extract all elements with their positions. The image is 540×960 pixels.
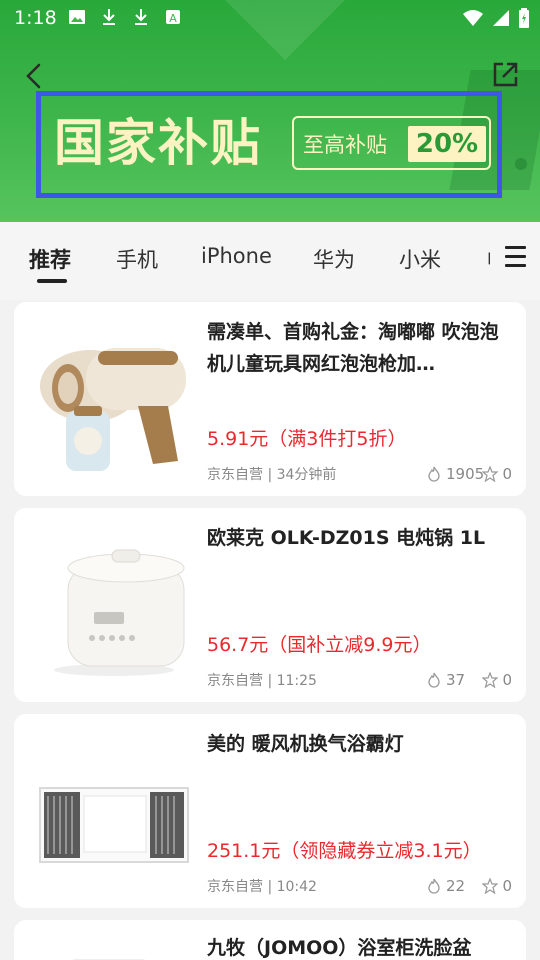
favorite-count[interactable]: 0 — [482, 671, 512, 689]
header-banner-area: 1:18 A 国家补贴 至高补贴 20% — [0, 0, 540, 222]
decor-dot — [515, 158, 527, 170]
product-card[interactable]: 需凑单、首购礼金：淘嘟嘟 吹泡泡机儿童玩具网红泡泡枪加… 5.91元（满3件打5… — [14, 302, 526, 496]
category-tabs: 推荐 手机 iPhone 华为 小米 电 — [0, 222, 540, 300]
hot-count[interactable]: 22 — [426, 877, 465, 895]
product-card[interactable]: 九牧（JOMOO）浴室柜洗脸盆 — [14, 920, 526, 960]
banner-percent: 20% — [408, 126, 486, 162]
favorite-count-value: 0 — [502, 671, 512, 689]
tab-phone[interactable]: 手机 — [116, 244, 158, 274]
tab-xiaomi[interactable]: 小米 — [399, 244, 441, 274]
banner-subtitle: 至高补贴 — [303, 133, 387, 157]
product-price: 5.91元（满3件打5折） — [207, 428, 407, 450]
signal-icon — [492, 9, 510, 31]
tab-iphone[interactable]: iPhone — [201, 244, 272, 268]
product-price: 251.1元（领隐藏券立减3.1元） — [207, 840, 482, 862]
hot-count-value: 1905 — [446, 465, 485, 483]
subsidy-banner[interactable]: 国家补贴 至高补贴 20% — [36, 91, 502, 198]
download-icon — [132, 8, 150, 26]
tab-more[interactable]: 电 — [486, 244, 490, 274]
active-tab-indicator — [37, 279, 67, 283]
menu-icon[interactable] — [505, 246, 527, 270]
product-source-time: 京东自营 | 11:25 — [207, 673, 317, 689]
product-source-time: 京东自营 | 10:42 — [207, 879, 317, 895]
back-arrow-icon[interactable] — [22, 62, 48, 90]
status-system-icons — [462, 8, 530, 32]
product-title[interactable]: 美的 暖风机换气浴霸灯 — [207, 728, 507, 760]
tab-recommend[interactable]: 推荐 — [29, 244, 71, 274]
flame-icon — [428, 672, 440, 688]
product-image-stew-pot[interactable] — [28, 522, 200, 688]
battery-icon — [518, 8, 530, 32]
favorite-count[interactable]: 0 — [482, 465, 512, 483]
product-source-time: 京东自营 | 34分钟前 — [207, 467, 337, 483]
banner-subsidy-box: 至高补贴 20% — [292, 116, 491, 170]
product-card[interactable]: 美的 暖风机换气浴霸灯 251.1元（领隐藏券立减3.1元） 京东自营 | 10… — [14, 714, 526, 908]
status-bar: 1:18 A — [0, 0, 540, 36]
status-notification-icons: A — [68, 8, 182, 26]
product-image-bubble-gun[interactable] — [28, 316, 200, 482]
flame-icon — [428, 878, 440, 894]
favorite-count-value: 0 — [502, 877, 512, 895]
product-title[interactable]: 欧莱克 OLK-DZ01S 电炖锅 1L — [207, 522, 507, 554]
product-image-bathroom-cabinet[interactable] — [28, 934, 200, 960]
image-icon — [68, 8, 86, 26]
tab-huawei[interactable]: 华为 — [313, 244, 355, 274]
status-time: 1:18 — [14, 7, 57, 29]
banner-title: 国家补贴 — [54, 114, 262, 172]
product-title[interactable]: 九牧（JOMOO）浴室柜洗脸盆 — [207, 932, 507, 960]
a-icon: A — [164, 8, 182, 26]
share-external-icon[interactable] — [490, 60, 520, 90]
favorite-count-value: 0 — [502, 465, 512, 483]
star-icon — [482, 466, 499, 482]
svg-text:A: A — [169, 12, 177, 25]
hot-count-value: 22 — [446, 877, 466, 895]
product-card[interactable]: 欧莱克 OLK-DZ01S 电炖锅 1L 56.7元（国补立减9.9元） 京东自… — [14, 508, 526, 702]
favorite-count[interactable]: 0 — [482, 877, 512, 895]
wifi-icon — [462, 9, 484, 31]
flame-icon — [428, 466, 440, 482]
hot-count[interactable]: 1905 — [426, 465, 484, 483]
hot-count[interactable]: 37 — [426, 671, 465, 689]
star-icon — [482, 672, 499, 688]
star-icon — [482, 878, 499, 894]
product-image-bath-heater[interactable] — [28, 728, 200, 894]
product-price: 56.7元（国补立减9.9元） — [207, 634, 432, 656]
tab-scroll-area: 推荐 手机 iPhone 华为 小米 电 — [0, 222, 490, 300]
product-title[interactable]: 需凑单、首购礼金：淘嘟嘟 吹泡泡机儿童玩具网红泡泡枪加… — [207, 316, 507, 380]
hot-count-value: 37 — [446, 671, 466, 689]
download-icon — [100, 8, 118, 26]
